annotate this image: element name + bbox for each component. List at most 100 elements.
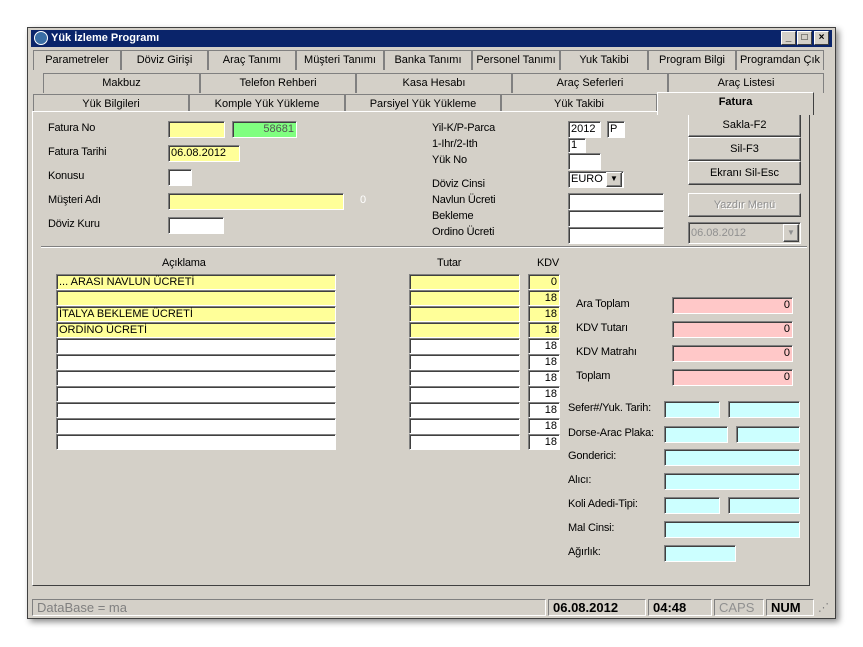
navlun-ucreti-input[interactable] (568, 193, 664, 210)
window-title: Yük İzleme Programı (51, 32, 160, 44)
kdv-header: KDV (537, 257, 560, 269)
kdv-cell[interactable]: 18 (528, 386, 560, 402)
ara-toplam-label: Ara Toplam (576, 298, 630, 310)
dorse-plaka-input[interactable] (664, 426, 728, 443)
tab-kasa-hesabi[interactable]: Kasa Hesabı (356, 73, 512, 93)
aciklama-header: Açıklama (162, 257, 206, 269)
tab-telefon-rehberi[interactable]: Telefon Rehberi (200, 73, 356, 93)
kdv-cell[interactable]: 18 (528, 402, 560, 418)
mal-cinsi-input[interactable] (664, 521, 800, 538)
tutar-cell[interactable] (409, 338, 520, 354)
koli-label: Koli Adedi-Tipi: (568, 498, 638, 510)
sefer-no-input[interactable] (664, 401, 720, 418)
aciklama-cell[interactable]: ORDİNO ÜCRETİ (56, 322, 336, 338)
aciklama-cell[interactable] (56, 354, 336, 370)
tab-arac-listesi[interactable]: Araç Listesi (668, 73, 824, 93)
tutar-cell[interactable] (409, 418, 520, 434)
tab-parametreler[interactable]: Parametreler (33, 50, 121, 70)
kdv-cell[interactable]: 18 (528, 418, 560, 434)
close-button[interactable]: × (814, 31, 829, 45)
aciklama-cell[interactable] (56, 418, 336, 434)
fatura-no-input[interactable] (168, 121, 225, 138)
yukleme-tarih-input[interactable] (728, 401, 800, 418)
maximize-button[interactable]: □ (797, 31, 812, 45)
tab-makbuz[interactable]: Makbuz (43, 73, 200, 93)
arac-plaka-input[interactable] (736, 426, 800, 443)
ekrani-sil-button[interactable]: Ekranı Sil-Esc (688, 161, 801, 185)
aciklama-cell[interactable] (56, 370, 336, 386)
gonderici-input[interactable] (664, 449, 800, 466)
aciklama-cell[interactable] (56, 290, 336, 306)
bekleme-input[interactable] (568, 210, 664, 227)
musteri-code-text: 0 (360, 194, 366, 206)
kdv-cell[interactable]: 18 (528, 354, 560, 370)
yuk-no-input[interactable] (568, 153, 601, 170)
doviz-kuru-input[interactable] (168, 217, 224, 234)
kdv-cell[interactable]: 18 (528, 370, 560, 386)
kdv-cell[interactable]: 18 (528, 434, 560, 450)
kdv-cell[interactable]: 18 (528, 306, 560, 322)
minimize-button[interactable]: _ (781, 31, 796, 45)
tab-yuk-takibi-main[interactable]: Yuk Takibi (560, 50, 648, 70)
sakla-button[interactable]: Sakla-F2 (688, 113, 801, 137)
tutar-cell[interactable] (409, 386, 520, 402)
tutar-cell[interactable] (409, 274, 520, 290)
yil-kp-parca-label: Yil-K/P-Parca (432, 122, 496, 134)
ordino-ucreti-input[interactable] (568, 227, 664, 244)
koli-tipi-input[interactable] (728, 497, 800, 514)
kdv-cell[interactable]: 18 (528, 338, 560, 354)
aciklama-cell[interactable]: ... ARASI NAVLUN ÜCRETİ (56, 274, 336, 290)
tab-arac-tanimi[interactable]: Araç Tanımı (208, 50, 296, 70)
aciklama-cell[interactable] (56, 434, 336, 450)
aciklama-cell[interactable] (56, 338, 336, 354)
tab-banka-tanimi[interactable]: Banka Tanımı (384, 50, 472, 70)
tab-doviz-girisi[interactable]: Döviz Girişi (121, 50, 208, 70)
koli-adedi-input[interactable] (664, 497, 720, 514)
fatura-no-label: Fatura No (48, 122, 96, 134)
tutar-cell[interactable] (409, 290, 520, 306)
yazdir-menu-button[interactable]: Yazdır Menü (688, 193, 801, 217)
gonderici-label: Gonderici: (568, 450, 617, 462)
kdv-cell[interactable]: 0 (528, 274, 560, 290)
date-combo-arrow-icon[interactable]: ▼ (783, 224, 799, 242)
aciklama-cell[interactable] (56, 402, 336, 418)
tutar-cell[interactable] (409, 322, 520, 338)
tutar-cell[interactable] (409, 354, 520, 370)
tutar-cell[interactable] (409, 370, 520, 386)
aciklama-cell[interactable]: İTALYA BEKLEME ÜCRETİ (56, 306, 336, 322)
tab-arac-seferleri[interactable]: Araç Seferleri (512, 73, 668, 93)
status-num: NUM (766, 599, 814, 616)
tab-fatura[interactable]: Fatura (657, 92, 814, 115)
doviz-cinsi-label: Döviz Cinsi (432, 178, 485, 190)
toplam-field: 0 (672, 369, 793, 386)
bekleme-label: Bekleme (432, 210, 474, 222)
tab-program-bilgi[interactable]: Program Bilgi (648, 50, 736, 70)
app-icon (34, 31, 48, 45)
fatura-sequence-field: 58681 (232, 121, 297, 138)
kdv-tutari-field: 0 (672, 321, 793, 338)
tab-personel-tanimi[interactable]: Personel Tanımı (472, 50, 560, 70)
date-combo-value: 06.08.2012 (691, 227, 747, 239)
tutar-cell[interactable] (409, 402, 520, 418)
title-bar[interactable]: Yük İzleme Programı _ □ × (31, 30, 832, 47)
ihr-ith-input[interactable]: 1 (568, 138, 586, 153)
toplam-label: Toplam (576, 370, 611, 382)
aciklama-cell[interactable] (56, 386, 336, 402)
yil-input[interactable]: 2012 (568, 121, 601, 138)
kdv-cell[interactable]: 18 (528, 322, 560, 338)
tab-programdan-cik[interactable]: Programdan Çık (736, 50, 824, 70)
musteri-adi-input[interactable] (168, 193, 344, 210)
tab-musteri-tanimi[interactable]: Müşteri Tanımı (296, 50, 384, 70)
alici-input[interactable] (664, 473, 800, 490)
fatura-tarihi-input[interactable]: 06.08.2012 (168, 145, 240, 162)
agirlik-input[interactable] (664, 545, 736, 562)
tutar-cell[interactable] (409, 434, 520, 450)
doviz-dropdown-arrow-icon[interactable]: ▼ (606, 172, 622, 187)
kdv-cell[interactable]: 18 (528, 290, 560, 306)
resize-grip-icon[interactable]: ⋰ (818, 603, 830, 615)
sil-button[interactable]: Sil-F3 (688, 137, 801, 161)
konusu-input[interactable] (168, 169, 192, 186)
kp-input[interactable]: P (607, 121, 625, 138)
alici-label: Alıcı: (568, 474, 592, 486)
tutar-cell[interactable] (409, 306, 520, 322)
